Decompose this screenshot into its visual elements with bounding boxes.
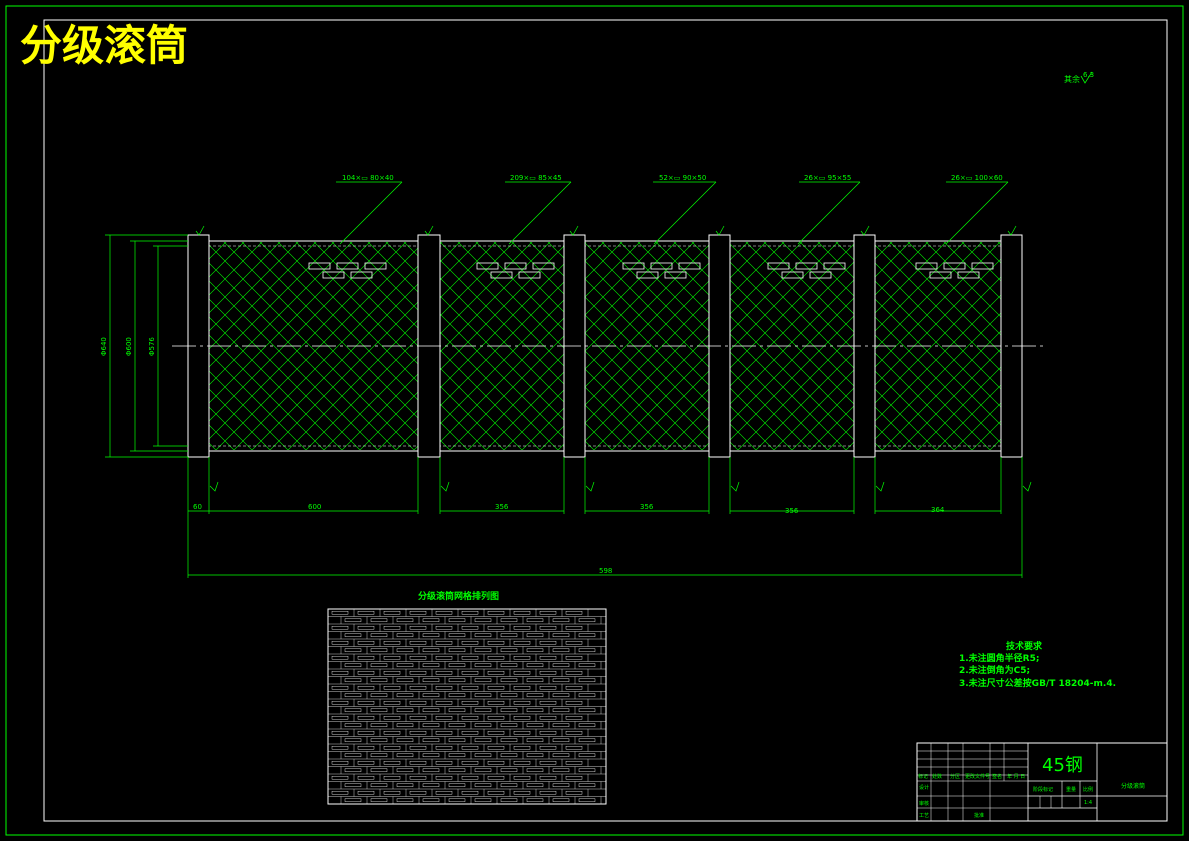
hole-spec-4: 26×▭ 95×55 [804,174,851,182]
tech-item-2: 2.未注倒角为C5; [959,664,1030,676]
cad-drawing: 分级滚筒 其余 6.3 104×▭ 80×40 209×▭ 85×45 52×▭… [5,5,1184,836]
section-length-1: 600 [308,503,321,511]
drum-body [172,234,1044,458]
tech-item-1: 1.未注圆角半径R5; [959,652,1039,664]
hole-spec-1: 104×▭ 80×40 [342,174,394,182]
hole-spec-2: 209×▭ 85×45 [510,174,562,182]
roughness-note: 其余 6.3 [1064,71,1094,84]
tb-label-date: 年 月 日 [1007,773,1025,780]
part-name-label: 分级滚筒 [1121,782,1145,790]
pattern-grid [327,608,606,804]
hole-leader-4 [797,181,861,245]
pattern-title: 分级滚筒网格排列图 [418,590,499,602]
diameter-outer: Φ640 [100,337,108,356]
drawing-title: 分级滚筒 [20,21,188,70]
length-dimensions [187,457,1023,578]
total-length-label: 598 [599,567,612,575]
material-label: 45钢 [1042,755,1083,776]
hole-leader-1 [336,181,403,245]
bottom-roughness-marks [209,481,1032,492]
diameter-middle: Φ600 [125,337,133,356]
hole-leader-2 [505,181,572,245]
tech-heading: 技术要求 [1006,640,1043,652]
section-length-5: 364 [931,506,945,514]
tb-scale: 比例 [1083,786,1093,793]
tb-review: 审核 [919,800,929,807]
section-length-3: 356 [640,503,654,511]
hole-spec-3: 52×▭ 90×50 [659,174,706,182]
tb-weight: 重量 [1066,786,1076,793]
tb-stage: 阶段标记 [1033,786,1053,793]
tb-label-mark: 标记 [918,773,928,780]
tb-approve: 批准 [974,812,984,819]
tb-designer: 设计 [919,784,929,791]
ring-roughness-marks [195,225,1017,236]
tb-label-change-doc: 更改文件号 [965,773,990,780]
tb-label-signature: 签名 [992,773,1002,780]
hole-leader-3 [653,181,717,245]
hole-leader-5 [945,181,1009,245]
tb-scale-value: 1:4 [1084,800,1092,806]
diameter-inner: Φ576 [148,337,156,356]
end-length-label: 60 [193,503,202,511]
tb-label-zone: 分区 [950,773,960,780]
tb-label-count: 处数 [932,773,942,780]
tech-item-3: 3.未注尺寸公差按GB/T 18204-m.4. [959,677,1116,689]
title-block-grid [917,743,1028,821]
section-length-2: 356 [495,503,509,511]
roughness-note-text: 其余 [1064,74,1080,84]
tb-process: 工艺 [919,813,929,819]
section-length-4: 356 [785,507,799,515]
hole-spec-5: 26×▭ 100×60 [951,174,1003,182]
